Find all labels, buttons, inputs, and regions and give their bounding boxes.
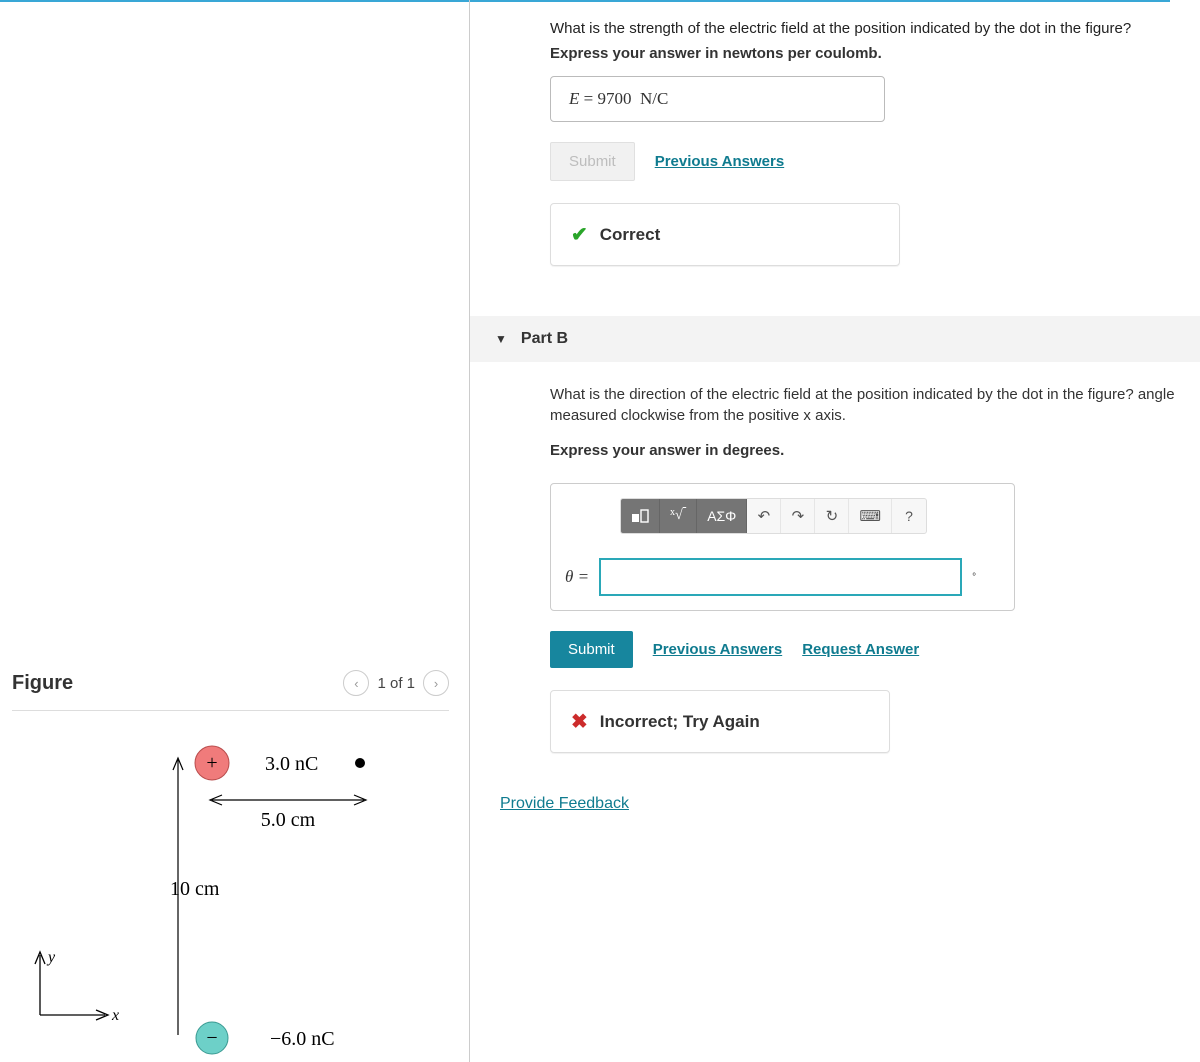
answer-editor: x√ ΑΣΦ ↶ ↷ ↻ ⌨ ? θ = °	[550, 483, 1015, 611]
part-a-answer-box: E = 9700 N/C	[550, 76, 885, 122]
svg-text:y: y	[46, 949, 56, 966]
caret-down-icon: ▼	[495, 332, 507, 346]
svg-text:5.0 cm: 5.0 cm	[261, 809, 316, 831]
part-b-title: Part B	[521, 330, 568, 348]
figure-title: Figure	[12, 672, 73, 695]
answer-variable: E	[569, 89, 579, 108]
template-icon[interactable]	[621, 499, 660, 533]
redo-icon[interactable]: ↷	[781, 499, 815, 533]
part-b-header[interactable]: ▼ Part B	[470, 316, 1200, 362]
undo-icon[interactable]: ↶	[747, 499, 781, 533]
greek-button[interactable]: ΑΣΦ	[697, 499, 747, 533]
svg-text:x: x	[111, 1007, 119, 1024]
svg-text:−6.0 nC: −6.0 nC	[270, 1028, 335, 1050]
help-icon[interactable]: ?	[892, 499, 926, 533]
figure-nav-text: 1 of 1	[377, 675, 415, 692]
part-a-feedback: ✔ Correct	[550, 203, 900, 266]
x-icon: ✖	[571, 709, 588, 734]
svg-text:10 cm: 10 cm	[170, 878, 220, 900]
answer-unit: N/C	[640, 89, 668, 108]
part-b-instruction: Express your answer in degrees.	[550, 440, 1200, 461]
figure-next-button[interactable]: ›	[423, 670, 449, 696]
theta-label: θ =	[565, 567, 589, 587]
part-b-answer-input[interactable]	[599, 558, 962, 596]
answer-value: 9700	[597, 89, 631, 108]
part-a-instruction: Express your answer in newtons per coulo…	[550, 45, 1200, 62]
keyboard-icon[interactable]: ⌨	[849, 499, 892, 533]
part-a-previous-answers-link[interactable]: Previous Answers	[655, 153, 785, 170]
part-b-submit-button[interactable]: Submit	[550, 631, 633, 668]
provide-feedback-link[interactable]: Provide Feedback	[500, 795, 1200, 813]
part-b-previous-answers-link[interactable]: Previous Answers	[653, 641, 783, 658]
part-b-question: What is the direction of the electric fi…	[550, 384, 1200, 426]
editor-toolbar: x√ ΑΣΦ ↶ ↷ ↻ ⌨ ?	[620, 498, 927, 534]
feedback-text: Incorrect; Try Again	[600, 712, 760, 732]
figure-prev-button[interactable]: ‹	[343, 670, 369, 696]
svg-text:+: +	[206, 752, 217, 774]
request-answer-link[interactable]: Request Answer	[802, 641, 919, 658]
figure-header: Figure ‹ 1 of 1 ›	[12, 670, 449, 711]
svg-text:−: −	[206, 1027, 217, 1049]
figure-diagram: + 3.0 nC 5.0 cm 10 cm y x − −6.0 nC	[10, 730, 450, 1060]
part-a-question: What is the strength of the electric fie…	[550, 20, 1200, 37]
check-icon: ✔	[571, 222, 588, 247]
root-icon[interactable]: x√	[660, 499, 697, 533]
part-a-submit-button: Submit	[550, 142, 635, 181]
reset-icon[interactable]: ↻	[815, 499, 849, 533]
feedback-text: Correct	[600, 225, 660, 245]
svg-text:3.0 nC: 3.0 nC	[265, 753, 318, 775]
part-b-feedback: ✖ Incorrect; Try Again	[550, 690, 890, 753]
figure-nav: ‹ 1 of 1 ›	[343, 670, 449, 696]
degree-unit: °	[972, 572, 976, 583]
